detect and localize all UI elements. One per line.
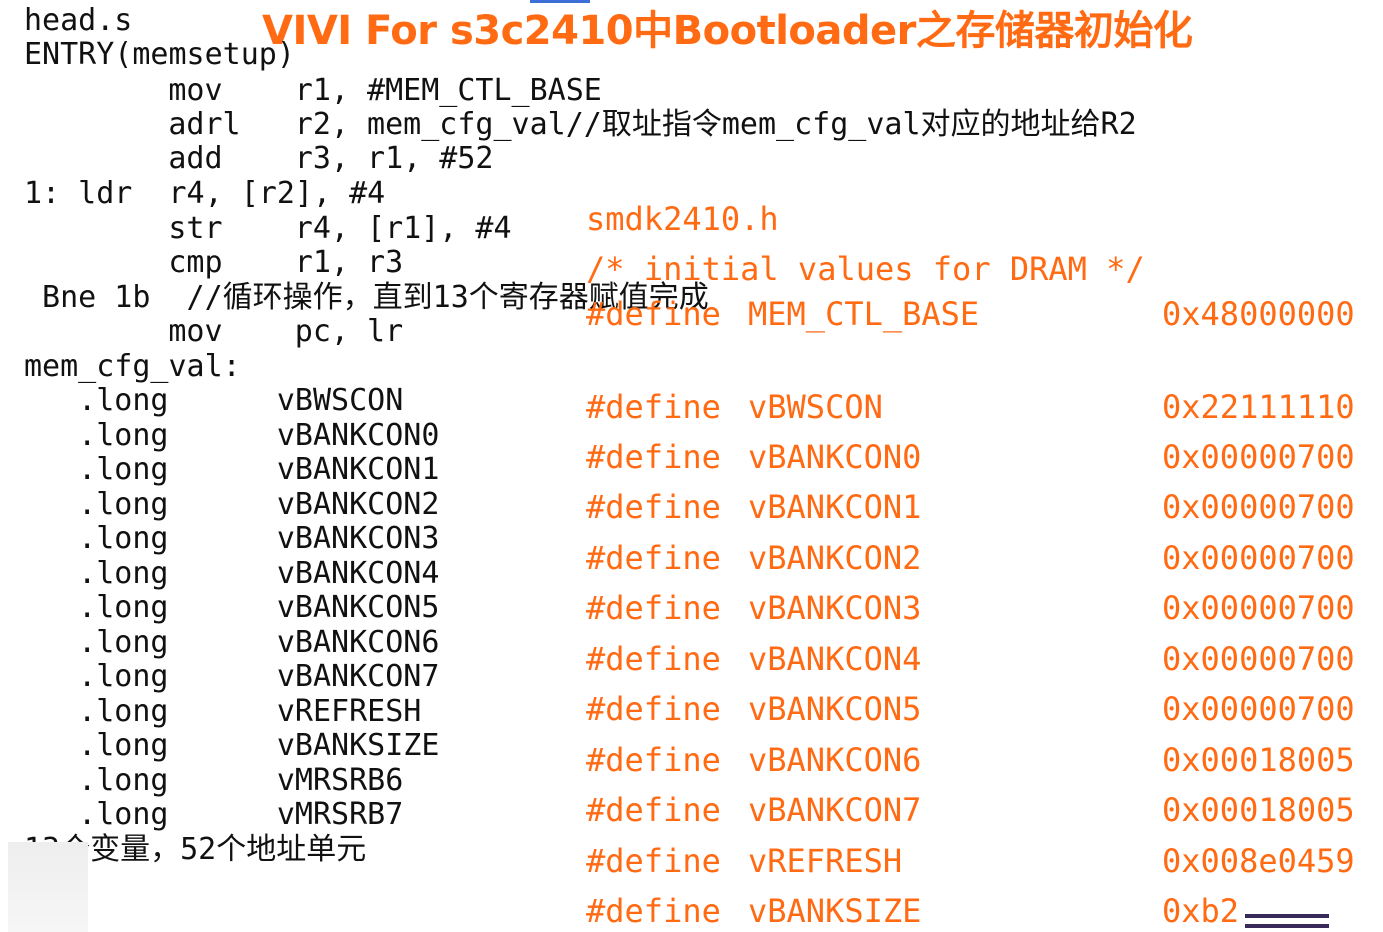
define-name: vBANKSIZE <box>748 892 922 930</box>
define-name: vBANKCON5 <box>748 690 922 728</box>
code-line: head.s <box>24 3 133 38</box>
code-line: .long vBANKCON1 <box>24 452 440 487</box>
define-directive: #define <box>586 438 721 476</box>
code-line: .long vBANKCON6 <box>24 625 440 660</box>
code-line: add r3, r1, #52 <box>60 141 494 176</box>
slide-title: VIVI For s3c2410中Bootloader之存储器初始化 <box>262 8 1193 54</box>
define-name: MEM_CTL_BASE <box>748 295 980 333</box>
code-line: .long vBANKSIZE <box>24 728 440 763</box>
define-name: vBANKCON7 <box>748 791 922 829</box>
define-value: 0x00000700 <box>1162 589 1355 627</box>
define-directive: #define <box>586 892 721 930</box>
code-line: .long vBANKCON7 <box>24 659 440 694</box>
define-directive: #define <box>586 690 721 728</box>
code-line: ENTRY(memsetup) <box>24 37 295 72</box>
code-line: .long vBWSCON <box>24 383 404 418</box>
define-directive: #define <box>586 842 721 880</box>
code-line: mov pc, lr <box>60 314 404 349</box>
code-line: adrl r2, mem_cfg_val//取址指令mem_cfg_val对应的… <box>60 107 1137 142</box>
assembly-code-block: head.s ENTRY(memsetup) mov r1, #MEM_CTL_… <box>0 0 1137 895</box>
define-directive: #define <box>586 741 721 779</box>
code-line: 1: ldr r4, [r2], #4 <box>24 176 386 211</box>
dram-comment: /* initial values for DRAM */ <box>586 250 1145 288</box>
define-value: 0x22111110 <box>1162 388 1355 426</box>
define-directive: #define <box>586 488 721 526</box>
define-value: 0x00000700 <box>1162 438 1355 476</box>
define-directive: #define <box>586 589 721 627</box>
define-directive: #define <box>586 791 721 829</box>
define-value: 0x00000700 <box>1162 690 1355 728</box>
define-directive: #define <box>586 539 721 577</box>
underline-mark <box>1245 924 1329 928</box>
define-directive: #define <box>586 388 721 426</box>
code-line: mem_cfg_val: <box>24 349 241 384</box>
define-value: 0x00000700 <box>1162 640 1355 678</box>
code-line: .long vBANKCON4 <box>24 556 440 591</box>
code-line: .long vMRSRB6 <box>24 763 404 798</box>
define-value: 0x48000000 <box>1162 295 1355 333</box>
define-name: vBANKCON0 <box>748 438 922 476</box>
define-name: vBANKCON1 <box>748 488 922 526</box>
code-line: .long vBANKCON5 <box>24 590 440 625</box>
define-directive: #define <box>586 295 721 333</box>
define-name: vBANKCON6 <box>748 741 922 779</box>
define-name: vREFRESH <box>748 842 903 880</box>
define-value: 0x00018005 <box>1162 791 1355 829</box>
define-value: 0x008e0459 <box>1162 842 1355 880</box>
define-name: vBANKCON3 <box>748 589 922 627</box>
define-value: 0x00000700 <box>1162 539 1355 577</box>
define-name: vBWSCON <box>748 388 883 426</box>
decorative-building-image <box>8 842 88 932</box>
define-value: 0xb2 <box>1162 892 1240 930</box>
code-line: .long vBANKCON2 <box>24 487 440 522</box>
define-value: 0x00000700 <box>1162 488 1355 526</box>
code-line: cmp r1, r3 <box>60 245 404 280</box>
code-line: mov r1, #MEM_CTL_BASE <box>60 73 602 108</box>
code-line: .long vREFRESH <box>24 694 422 729</box>
code-line: .long vBANKCON3 <box>24 521 440 556</box>
underline-mark <box>1245 914 1329 918</box>
code-line: str r4, [r1], #4 <box>60 211 512 246</box>
define-value: 0x00018005 <box>1162 741 1355 779</box>
code-line: .long vMRSRB7 <box>24 797 404 832</box>
header-file-name: smdk2410.h <box>586 200 779 238</box>
code-line: .long vBANKCON0 <box>24 418 440 453</box>
define-name: vBANKCON2 <box>748 539 922 577</box>
define-directive: #define <box>586 640 721 678</box>
define-name: vBANKCON4 <box>748 640 922 678</box>
